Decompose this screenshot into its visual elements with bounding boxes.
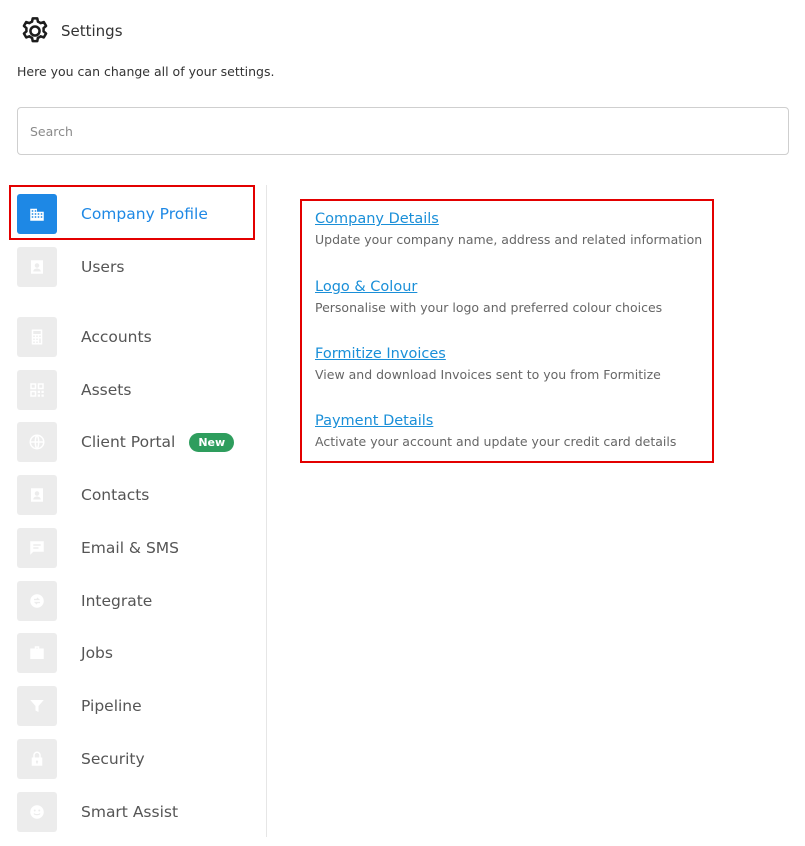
sidebar-item-label: Accounts	[81, 328, 152, 346]
link-description: View and download Invoices sent to you f…	[315, 367, 661, 382]
sidebar-item-jobs[interactable]: Jobs	[17, 633, 113, 673]
sidebar-item-label: Pipeline	[81, 697, 142, 715]
sidebar-item-label: Integrate	[81, 592, 153, 610]
logo-colour-link[interactable]: Logo & Colour	[315, 279, 662, 295]
page-title: Settings	[61, 22, 123, 40]
page-header: Settings	[19, 15, 123, 47]
briefcase-icon	[17, 633, 57, 673]
funnel-icon	[17, 686, 57, 726]
sidebar-item-integrate[interactable]: Integrate	[17, 581, 152, 621]
sidebar-item-label: Contacts	[81, 486, 150, 504]
payment-details-link[interactable]: Payment Details	[315, 413, 676, 429]
settings-page: Settings Here you can change all of your…	[0, 0, 805, 846]
message-icon	[17, 528, 57, 568]
sidebar-item-email-sms[interactable]: Email & SMS	[17, 528, 179, 568]
calculator-icon	[17, 317, 57, 357]
lock-icon	[17, 739, 57, 779]
sidebar-divider	[266, 185, 267, 837]
sidebar-item-accounts[interactable]: Accounts	[17, 317, 152, 357]
contact-card-icon	[17, 475, 57, 515]
sidebar-item-label: Users	[81, 258, 125, 276]
link-description: Update your company name, address and re…	[315, 232, 703, 247]
link-description: Personalise with your logo and preferred…	[315, 300, 663, 315]
integrate-icon	[17, 581, 57, 621]
globe-icon	[17, 422, 57, 462]
sidebar-item-label: Security	[81, 750, 145, 768]
sidebar-item-client-portal[interactable]: Client Portal New	[17, 422, 235, 462]
link-description: Activate your account and update your cr…	[315, 434, 677, 449]
sidebar-item-company-profile[interactable]: Company Profile	[17, 194, 208, 234]
smiley-icon	[17, 792, 57, 832]
sidebar-item-contacts[interactable]: Contacts	[17, 475, 149, 515]
formitize-invoices-link[interactable]: Formitize Invoices	[315, 346, 661, 362]
sidebar-item-smart-assist[interactable]: Smart Assist	[17, 792, 178, 832]
building-icon	[17, 194, 57, 234]
search-input[interactable]	[17, 107, 789, 155]
settings-sidebar: Company Profile Users Accounts Assets Cl…	[0, 180, 266, 840]
sidebar-item-pipeline[interactable]: Pipeline	[17, 686, 142, 726]
sidebar-item-label: Jobs	[81, 644, 113, 662]
sidebar-item-assets[interactable]: Assets	[17, 370, 131, 410]
sidebar-item-label: Email & SMS	[81, 539, 179, 557]
new-badge: New	[189, 432, 235, 452]
company-details-link[interactable]: Company Details	[315, 211, 702, 227]
sidebar-item-label: Smart Assist	[81, 803, 179, 821]
link-item-formitize-invoices: Formitize Invoices View and download Inv…	[315, 346, 661, 382]
qr-code-icon	[17, 370, 57, 410]
sidebar-item-security[interactable]: Security	[17, 739, 145, 779]
sidebar-item-users[interactable]: Users	[17, 247, 124, 287]
sidebar-item-label: Assets	[81, 381, 132, 399]
sidebar-item-label: Company Profile	[81, 205, 208, 223]
user-card-icon	[17, 247, 57, 287]
link-item-company-details: Company Details Update your company name…	[315, 211, 702, 247]
page-subtitle: Here you can change all of your settings…	[17, 64, 275, 79]
company-profile-links-panel: Company Details Update your company name…	[300, 199, 714, 463]
sidebar-item-label: Client Portal	[81, 433, 176, 451]
link-item-logo-colour: Logo & Colour Personalise with your logo…	[315, 279, 662, 315]
gear-icon	[22, 17, 48, 43]
link-item-payment-details: Payment Details Activate your account an…	[315, 413, 676, 449]
